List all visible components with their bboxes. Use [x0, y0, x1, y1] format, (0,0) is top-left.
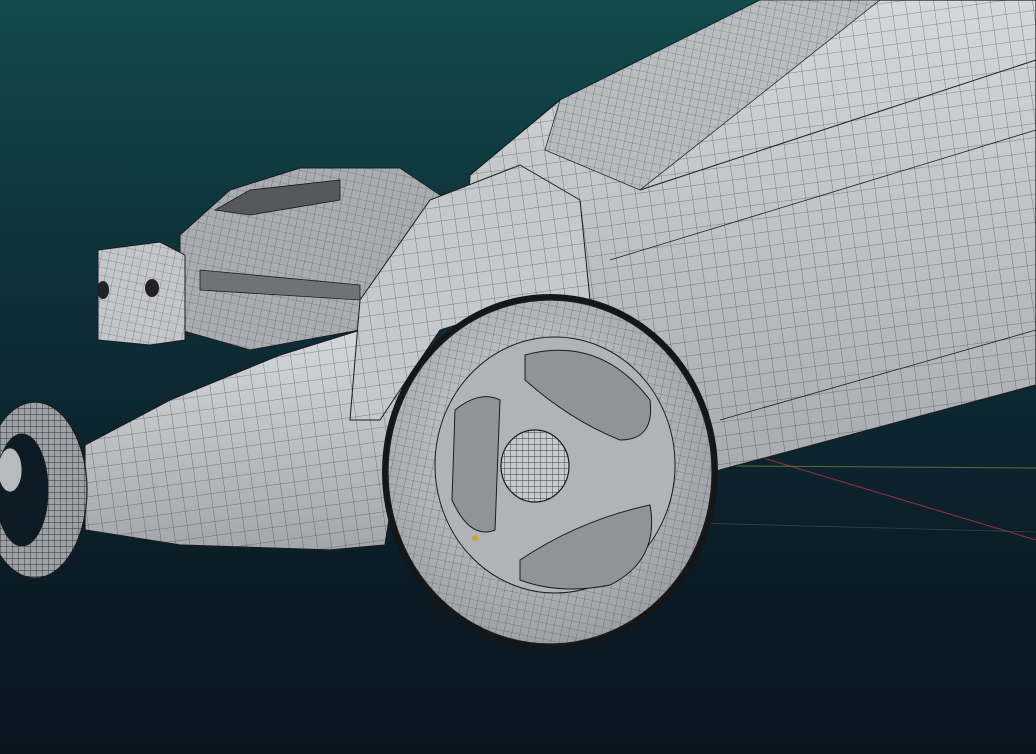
3d-viewport[interactable] — [0, 0, 1036, 754]
wheel-window — [451, 396, 501, 533]
x-axis-line — [719, 444, 1036, 541]
mower-front-block[interactable] — [97, 241, 186, 346]
front-wheel[interactable] — [0, 401, 88, 579]
front-hole — [97, 281, 109, 299]
viewport-canvas[interactable] — [0, 0, 1036, 754]
front-hole — [145, 279, 159, 297]
wheel-marker — [472, 535, 478, 541]
rear-wheel[interactable] — [382, 294, 718, 650]
